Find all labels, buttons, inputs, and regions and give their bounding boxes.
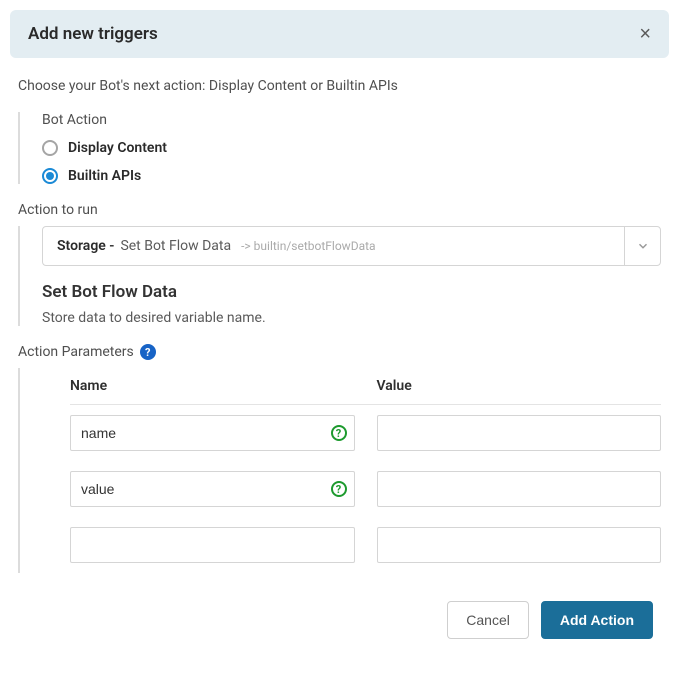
action-select-value: Storage - Set Bot Flow Data -> builtin/s… — [43, 238, 624, 254]
action-parameters-section: Name Value ? ? — [18, 368, 661, 573]
col-header-name: Name — [70, 378, 355, 394]
action-select-prefix: Storage - — [57, 238, 114, 254]
param-name-input[interactable] — [70, 415, 355, 451]
radio-display-content[interactable]: Display Content — [42, 140, 661, 156]
question-icon[interactable]: ? — [331, 425, 347, 441]
modal-header: Add new triggers × — [10, 10, 669, 58]
action-to-run-section: Storage - Set Bot Flow Data -> builtin/s… — [18, 226, 661, 326]
params-row — [70, 517, 661, 573]
param-value-input[interactable] — [377, 527, 662, 563]
param-name-input[interactable] — [70, 471, 355, 507]
bot-action-section: Bot Action Display Content Builtin APIs — [18, 112, 661, 184]
radio-label: Display Content — [68, 140, 167, 156]
bot-action-label: Bot Action — [42, 112, 661, 128]
params-header-row: Name Value — [70, 368, 661, 405]
modal-footer: Cancel Add Action — [18, 601, 661, 639]
add-action-button[interactable]: Add Action — [541, 601, 653, 639]
param-name-input[interactable] — [70, 527, 355, 563]
radio-label: Builtin APIs — [68, 168, 141, 184]
action-display-name: Set Bot Flow Data — [42, 282, 661, 302]
col-header-value: Value — [377, 378, 662, 394]
radio-icon[interactable] — [42, 168, 58, 184]
action-select[interactable]: Storage - Set Bot Flow Data -> builtin/s… — [42, 226, 661, 266]
help-icon[interactable]: ? — [140, 344, 156, 360]
action-parameters-label: Action Parameters ? — [18, 344, 661, 360]
param-value-input[interactable] — [377, 415, 662, 451]
modal-content: Choose your Bot's next action: Display C… — [10, 58, 669, 639]
params-row: ? — [70, 461, 661, 517]
params-row: ? — [70, 405, 661, 461]
modal-title: Add new triggers — [28, 24, 158, 44]
close-icon[interactable]: × — [639, 24, 651, 44]
intro-text: Choose your Bot's next action: Display C… — [18, 78, 661, 94]
action-parameters-text: Action Parameters — [18, 344, 134, 360]
action-select-path: -> builtin/setbotFlowData — [241, 239, 375, 253]
chevron-down-icon[interactable] — [624, 227, 660, 265]
radio-icon[interactable] — [42, 140, 58, 156]
param-value-input[interactable] — [377, 471, 662, 507]
radio-builtin-apis[interactable]: Builtin APIs — [42, 168, 661, 184]
question-icon[interactable]: ? — [331, 481, 347, 497]
action-select-title: Set Bot Flow Data — [120, 238, 231, 254]
cancel-button[interactable]: Cancel — [447, 601, 529, 639]
action-to-run-label: Action to run — [18, 202, 661, 218]
action-description: Store data to desired variable name. — [42, 310, 661, 326]
